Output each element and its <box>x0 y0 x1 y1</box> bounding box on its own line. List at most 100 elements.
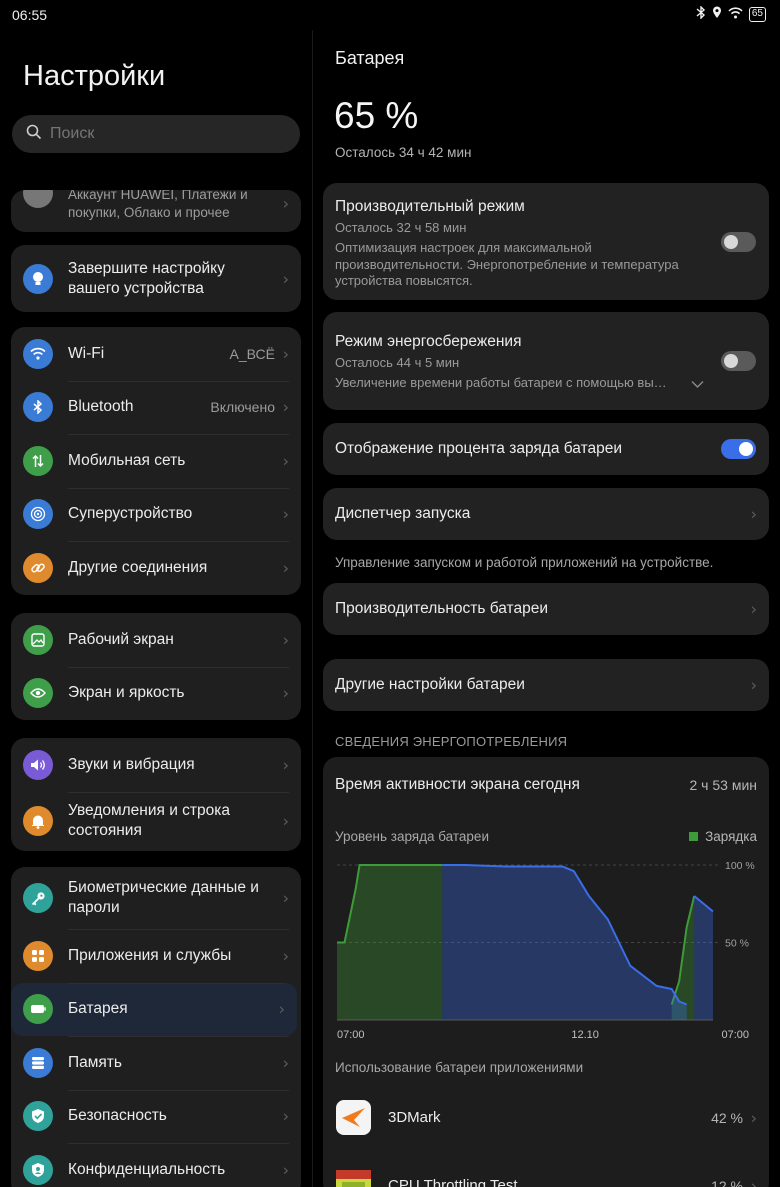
sidebar-item-battery[interactable]: Батарея › <box>11 982 297 1036</box>
chevron-down-icon[interactable] <box>691 376 704 394</box>
lightbulb-icon <box>23 263 53 294</box>
chevron-right-icon: › <box>282 344 289 364</box>
apps-icon <box>23 940 53 971</box>
app-name: CPU Throttling Test <box>388 1177 518 1187</box>
sidebar-item-label: Память <box>68 1053 122 1071</box>
chevron-right-icon: › <box>282 811 289 831</box>
show-percentage-card[interactable]: Отображение процента заряда батареи <box>323 423 769 475</box>
battery-status-icon: 65 <box>748 6 766 22</box>
status-bar: 06:55 65 <box>0 0 780 30</box>
bell-icon <box>23 806 53 836</box>
y-tick-label: 50 % <box>725 938 749 950</box>
sidebar-item-apps[interactable]: Приложения и службы › <box>11 929 301 983</box>
battery-performance-card[interactable]: Производительность батареи › <box>323 583 769 635</box>
superdevice-icon <box>23 499 53 530</box>
chevron-right-icon: › <box>282 755 289 775</box>
home-screen-icon <box>23 624 53 655</box>
sidebar-item-label: Экран и яркость <box>68 684 185 702</box>
battery-level-label: Уровень заряда батареи <box>335 829 489 844</box>
sidebar-item-label: Мобильная сеть <box>68 451 186 469</box>
sidebar-item-label: Приложения и службы <box>68 946 232 964</box>
launch-manager-card[interactable]: Диспетчер запуска › <box>323 488 769 540</box>
chevron-right-icon: › <box>750 599 757 619</box>
battery-icon <box>23 994 53 1025</box>
x-tick-label: 07:00 <box>337 1029 365 1041</box>
legend-label: Зарядка <box>705 829 757 844</box>
sidebar-item-label: Рабочий экран <box>68 630 174 648</box>
launch-manager-note: Управление запуском и работой приложений… <box>335 555 714 570</box>
mobile-network-icon <box>23 445 53 476</box>
chevron-right-icon: › <box>282 888 289 908</box>
chevron-right-icon: › <box>282 451 289 471</box>
finish-setup-card[interactable]: Завершите настройку вашего устройства › <box>11 245 301 312</box>
performance-mode-toggle[interactable] <box>721 232 756 252</box>
screen-time-value: 2 ч 53 мин <box>689 777 758 793</box>
network-group: Wi-Fi A_ВСЁ › Bluetooth Включено › Мобил… <box>11 327 301 595</box>
chevron-right-icon: › <box>282 946 289 966</box>
search-icon <box>26 124 42 145</box>
power-saving-card[interactable]: Режим энергосбережения Осталось 44 ч 5 м… <box>323 312 769 410</box>
sidebar-item-other-connections[interactable]: Другие соединения › <box>11 541 301 595</box>
sidebar-item-biometrics[interactable]: Биометрические данные и пароли › <box>11 867 301 929</box>
chevron-right-icon: › <box>750 675 757 695</box>
3dmark-icon <box>336 1100 371 1135</box>
power-saving-title: Режим энергосбережения <box>335 333 522 350</box>
other-settings-card[interactable]: Другие настройки батареи › <box>323 659 769 711</box>
app-usage-row[interactable]: 3DMark 42 % › <box>323 1092 769 1144</box>
app-usage-row[interactable]: CPU Throttling Test 12 % › <box>323 1164 769 1187</box>
chevron-right-icon: › <box>282 683 289 703</box>
account-subtitle: Аккаунт HUAWEI, Платежи и покупки, Облак… <box>68 190 248 220</box>
sidebar-item-home-screen[interactable]: Рабочий экран › <box>11 613 301 667</box>
sidebar-item-storage[interactable]: Память › <box>11 1036 301 1090</box>
x-tick-label: 07:00 <box>721 1029 749 1041</box>
section-header: СВЕДЕНИЯ ЭНЕРГОПОТРЕБЛЕНИЯ <box>335 734 568 749</box>
sidebar-item-label: Wi-Fi <box>68 344 105 362</box>
display-group: Рабочий экран › Экран и яркость › <box>11 613 301 720</box>
bluetooth-status: Включено <box>210 399 275 416</box>
search-bar[interactable] <box>12 115 300 153</box>
sidebar-item-label: Батарея <box>68 1000 128 1018</box>
chevron-right-icon: › <box>278 999 285 1019</box>
show-percentage-title: Отображение процента заряда батареи <box>335 440 623 457</box>
sidebar-item-privacy[interactable]: Конфиденциальность › <box>11 1143 301 1187</box>
sidebar-item-label: Биометрические данные и пароли <box>68 879 259 916</box>
performance-mode-card[interactable]: Производительный режим Осталось 32 ч 58 … <box>323 183 769 300</box>
finish-setup-row[interactable]: Завершите настройку вашего устройства › <box>11 245 301 312</box>
sidebar-item-label: Bluetooth <box>68 398 134 416</box>
sidebar-item-wifi[interactable]: Wi-Fi A_ВСЁ › <box>11 327 301 381</box>
sidebar-item-security[interactable]: Безопасность › <box>11 1089 301 1144</box>
system-group: Биометрические данные и пароли › Приложе… <box>11 867 301 1187</box>
sidebar-item-label: Суперустройство <box>68 505 193 523</box>
battery-remaining: Осталось 34 ч 42 мин <box>335 145 472 160</box>
show-percentage-toggle[interactable] <box>721 439 756 459</box>
eye-icon <box>23 678 53 709</box>
sidebar-item-notifications[interactable]: Уведомления и строка состояния › <box>11 791 301 851</box>
power-saving-remaining: Осталось 44 ч 5 мин <box>335 355 460 370</box>
search-input[interactable] <box>50 125 270 143</box>
screen-time-label: Время активности экрана сегодня <box>335 776 580 793</box>
account-card[interactable]: Аккаунт HUAWEI, Платежи и покупки, Облак… <box>11 190 301 232</box>
power-saving-toggle[interactable] <box>721 351 756 371</box>
sidebar-item-display[interactable]: Экран и яркость › <box>11 666 301 721</box>
location-status-icon <box>712 6 722 22</box>
sidebar-item-mobile-network[interactable]: Мобильная сеть › <box>11 434 301 488</box>
status-time: 06:55 <box>12 7 48 23</box>
sidebar-item-bluetooth[interactable]: Bluetooth Включено › <box>11 380 301 435</box>
finish-setup-label: Завершите настройку вашего устройства <box>68 259 225 297</box>
shield-icon <box>23 1101 53 1132</box>
performance-mode-title: Производительный режим <box>335 198 525 215</box>
sidebar-item-sounds[interactable]: Звуки и вибрация › <box>11 738 301 792</box>
sidebar-item-superdevice[interactable]: Суперустройство › <box>11 487 301 542</box>
page-title: Батарея <box>335 48 405 68</box>
sound-group: Звуки и вибрация › Уведомления и строка … <box>11 738 301 851</box>
pane-divider <box>312 30 313 1187</box>
wifi-icon <box>23 338 53 369</box>
x-tick-label: 12.10 <box>571 1029 599 1041</box>
app-usage-title: Использование батареи приложениями <box>335 1060 584 1075</box>
wifi-status-icon <box>728 6 743 22</box>
chevron-right-icon: › <box>282 194 289 213</box>
launch-manager-title: Диспетчер запуска <box>335 505 471 522</box>
performance-mode-description: Оптимизация настроек для максимальной пр… <box>335 240 679 288</box>
battery-percent: 65 % <box>334 95 419 136</box>
chevron-right-icon: › <box>282 1160 289 1180</box>
